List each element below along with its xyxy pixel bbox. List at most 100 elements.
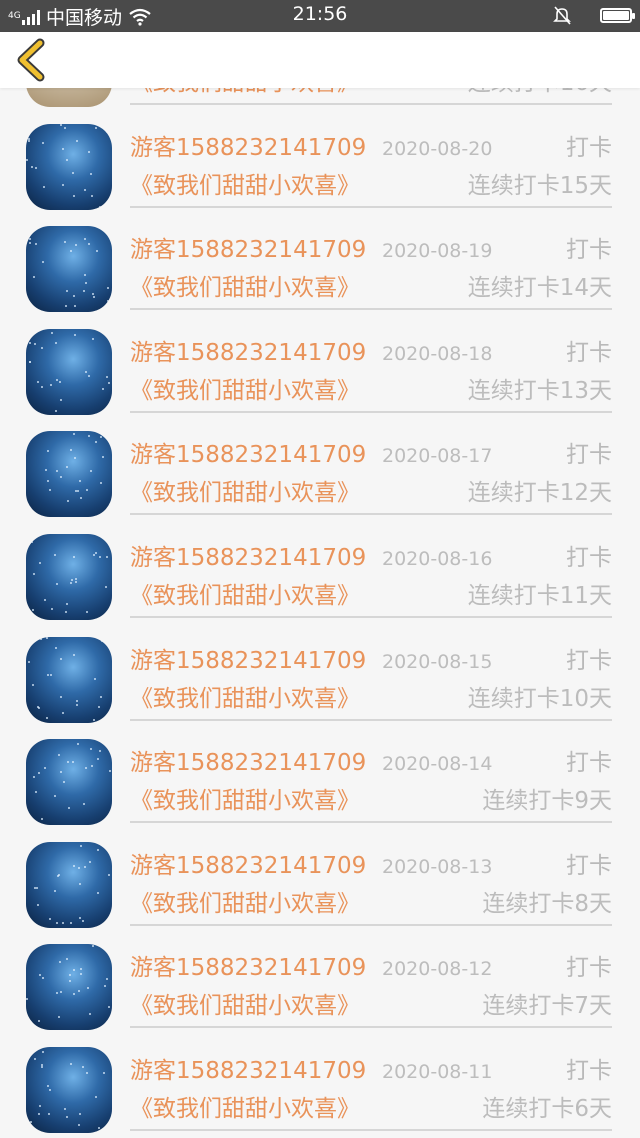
avatar-star	[78, 990, 80, 993]
avatar-star	[60, 695, 62, 698]
mute-bell-icon	[553, 6, 571, 25]
avatar-star	[75, 244, 77, 247]
checkin-action-label: 打卡	[566, 647, 612, 674]
list-item[interactable]: 游客1588232141709 2020-08-20 打卡 《致我们甜甜小欢喜》…	[0, 104, 640, 210]
book-title: 《致我们甜甜小欢喜》	[130, 685, 360, 712]
checkin-list[interactable]: 《致我们甜甜小欢喜》 连续打卡16天 游客1588232141709 2020-…	[0, 88, 640, 1138]
avatar-star	[64, 126, 66, 129]
list-item[interactable]: 游客1588232141709 2020-08-19 打卡 《致我们甜甜小欢喜》…	[0, 206, 640, 313]
list-item[interactable]: 游客1588232141709 2020-08-16 打卡 《致我们甜甜小欢喜》…	[0, 514, 640, 620]
avatar-star	[66, 466, 68, 469]
avatar[interactable]	[26, 533, 112, 620]
user-name: 游客1588232141709	[130, 647, 367, 674]
avatar[interactable]	[26, 841, 112, 928]
streak-count: 连续打卡12天	[467, 480, 612, 507]
list-item[interactable]: 游客1588232141709 2020-08-12 打卡 《致我们甜甜小欢喜》…	[0, 924, 640, 1031]
avatar-star	[57, 874, 59, 877]
avatar-star	[99, 555, 101, 558]
battery-level	[603, 10, 629, 20]
checkin-action-label: 打卡	[566, 955, 612, 982]
avatar-star	[29, 242, 31, 245]
checkin-date: 2020-08-14	[382, 753, 493, 776]
list-item[interactable]: 游客1588232141709 2020-08-15 打卡 《致我们甜甜小欢喜》…	[0, 617, 640, 723]
avatar[interactable]	[26, 739, 112, 826]
avatar-star	[43, 185, 45, 188]
checkin-action-label: 打卡	[566, 750, 612, 777]
avatar-star	[45, 469, 47, 472]
back-button[interactable]	[14, 38, 50, 82]
avatar-star	[70, 1062, 72, 1065]
checkin-action-label: 打卡	[566, 442, 612, 469]
avatar-star	[60, 476, 62, 479]
avatar-star	[26, 998, 28, 1001]
avatar[interactable]	[26, 1046, 112, 1133]
divider	[130, 1128, 612, 1131]
avatar-star	[93, 296, 95, 299]
avatar-star	[84, 274, 86, 277]
avatar-star	[47, 1084, 49, 1087]
avatar-star	[106, 555, 108, 558]
clock: 21:56	[292, 3, 348, 25]
avatar-star	[70, 250, 72, 253]
avatar-star	[38, 1020, 40, 1023]
list-item[interactable]: 游客1588232141709 2020-08-13 打卡 《致我们甜甜小欢喜》…	[0, 822, 640, 928]
avatar[interactable]	[26, 226, 112, 313]
avatar-star	[54, 553, 56, 556]
avatar-star	[88, 150, 90, 153]
avatar[interactable]	[26, 944, 112, 1031]
checkin-date: 2020-08-11	[382, 1060, 493, 1083]
avatar-star	[60, 123, 62, 126]
avatar[interactable]	[26, 636, 112, 723]
avatar-star	[97, 758, 99, 761]
avatar[interactable]	[26, 328, 112, 415]
avatar-star	[86, 489, 88, 492]
avatar-star	[95, 126, 97, 129]
avatar-star	[59, 961, 61, 964]
avatar-star	[85, 282, 87, 285]
avatar-star	[73, 555, 75, 558]
chevron-left-icon	[17, 38, 45, 82]
checkin-date: 2020-08-15	[382, 650, 493, 673]
avatar-star	[73, 653, 75, 656]
avatar-star	[85, 767, 87, 770]
avatar-star	[78, 1123, 80, 1126]
avatar[interactable]	[26, 431, 112, 518]
avatar-star	[89, 1013, 91, 1016]
avatar-star	[69, 980, 71, 983]
avatar-star	[108, 1006, 110, 1009]
list-item[interactable]: 《致我们甜甜小欢喜》 连续打卡16天	[0, 88, 640, 107]
user-name: 游客1588232141709	[130, 339, 367, 366]
user-name: 游客1588232141709	[130, 442, 367, 469]
list-item[interactable]: 游客1588232141709 2020-08-17 打卡 《致我们甜甜小欢喜》…	[0, 411, 640, 518]
streak-count: 连续打卡8天	[482, 890, 612, 917]
avatar-star	[39, 1104, 41, 1107]
avatar-star	[95, 1095, 97, 1098]
avatar-star	[39, 974, 41, 977]
avatar-star	[83, 290, 85, 293]
list-item[interactable]: 游客1588232141709 2020-08-14 打卡 《致我们甜甜小欢喜》…	[0, 719, 640, 826]
avatar-star	[86, 1071, 88, 1074]
avatar-star	[36, 886, 38, 889]
list-item[interactable]: 游客1588232141709 2020-08-18 打卡 《致我们甜甜小欢喜》…	[0, 309, 640, 415]
list-item[interactable]: 游客1588232141709 2020-08-11 打卡 《致我们甜甜小欢喜》…	[0, 1027, 640, 1133]
avatar-star	[66, 158, 68, 161]
avatar-star	[107, 300, 109, 303]
avatar-star	[109, 770, 111, 773]
avatar-star	[90, 470, 92, 473]
avatar-star	[103, 1071, 105, 1074]
avatar-star	[66, 1115, 68, 1118]
avatar-star	[84, 865, 86, 868]
avatar[interactable]	[26, 123, 112, 210]
avatar-star	[46, 636, 48, 639]
avatar-star	[47, 450, 49, 453]
avatar-star	[38, 706, 40, 709]
checkin-action-label: 打卡	[566, 852, 612, 879]
streak-count: 连续打卡13天	[467, 377, 612, 404]
checkin-action-label: 打卡	[566, 339, 612, 366]
avatar-star	[42, 141, 44, 144]
streak-count: 连续打卡7天	[482, 993, 612, 1020]
avatar-star	[28, 139, 30, 142]
avatar-star	[62, 711, 64, 714]
avatar-star	[35, 791, 37, 794]
avatar-star	[99, 750, 101, 753]
